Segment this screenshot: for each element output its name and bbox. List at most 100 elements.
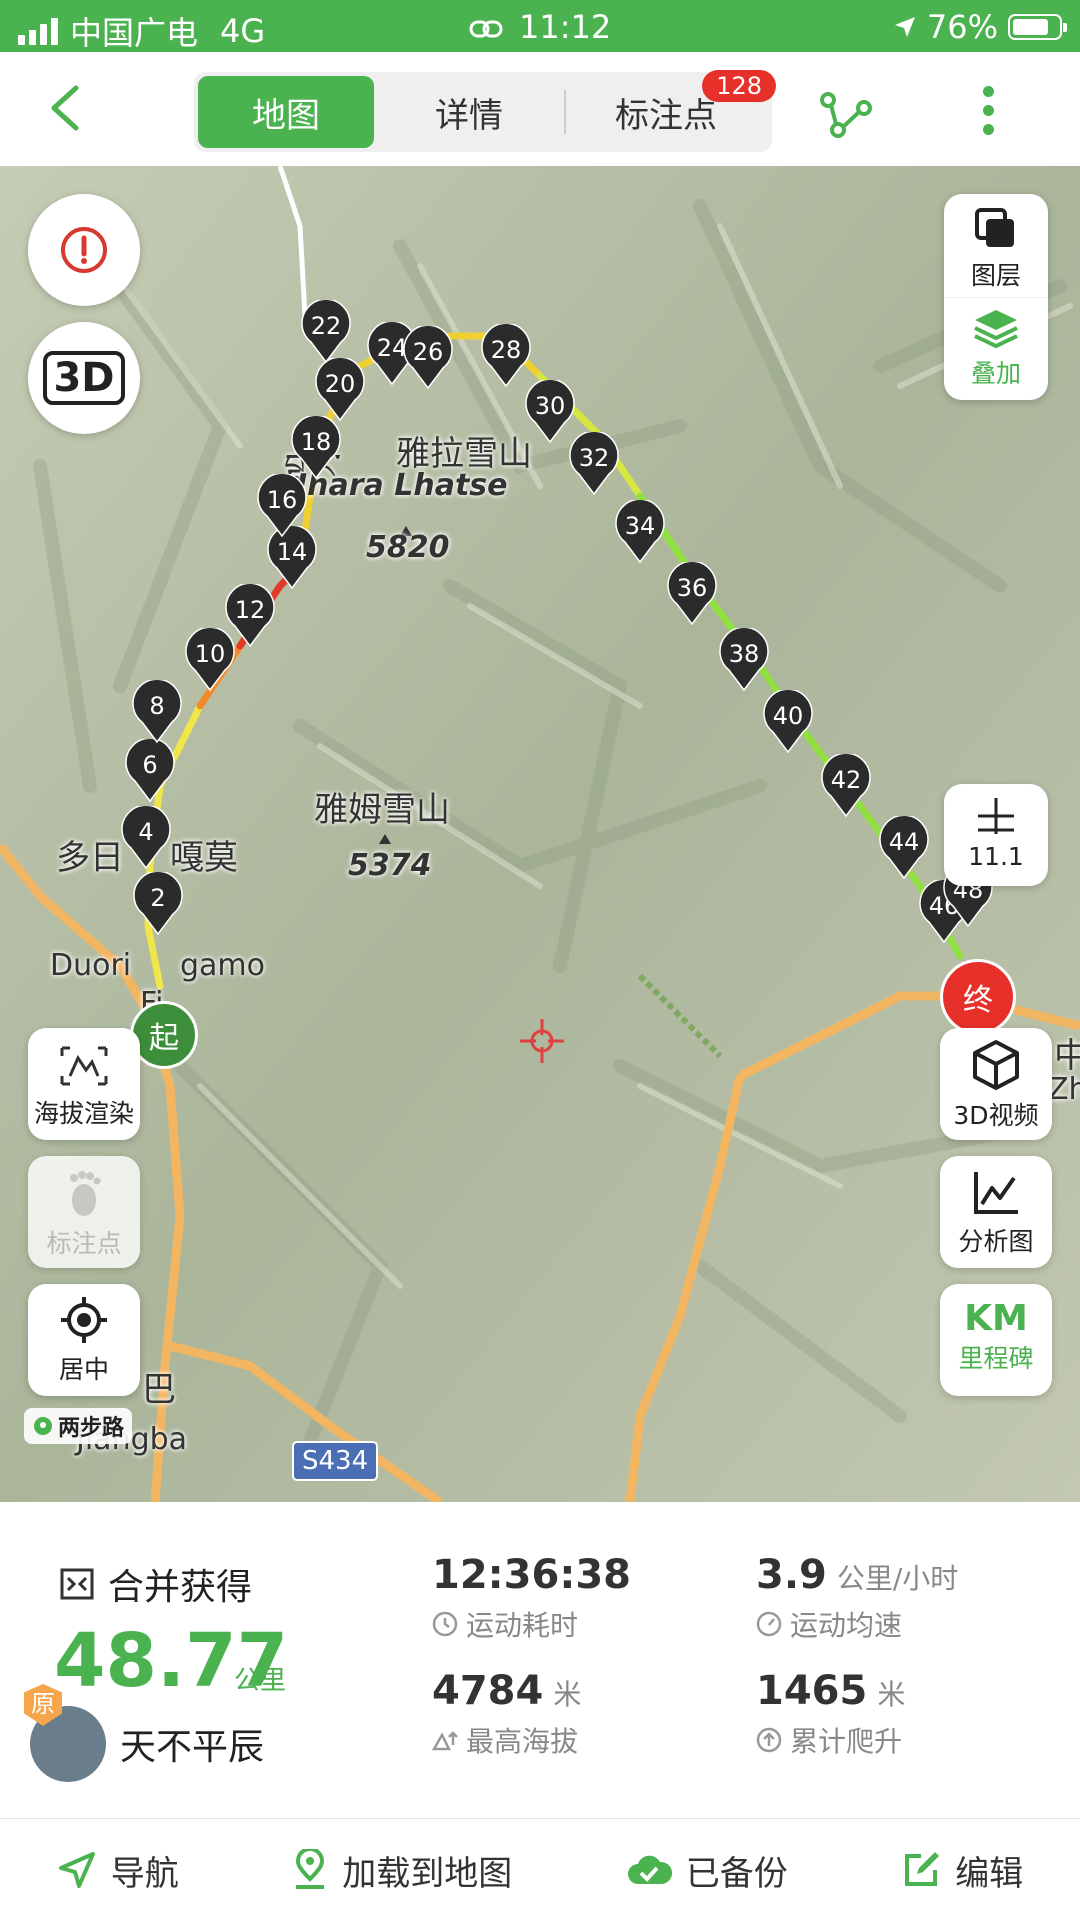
merge-icon (60, 1568, 94, 1600)
distance-unit: 公里 (234, 1666, 287, 1696)
backup-button[interactable]: 已备份 (626, 1846, 788, 1895)
waypoint-label: 28 (490, 336, 522, 364)
peak2-cn-label: 雅姆雪山 (314, 790, 450, 830)
waypoint-label: 18 (300, 428, 332, 456)
load-to-map-button[interactable]: 加载到地图 (292, 1846, 512, 1895)
waypoint-label: 2 (150, 884, 166, 912)
tab-map[interactable]: 地图 (198, 76, 374, 148)
action-bar: 导航 加载到地图 已备份 编辑 (0, 1818, 1080, 1921)
waypoint-pin[interactable]: 2 (133, 870, 183, 936)
tab-markers-label: 标注点 (615, 95, 717, 136)
back-arrow-icon[interactable] (40, 80, 96, 136)
layers-icon (975, 208, 1014, 247)
tab-details[interactable]: 详情 (374, 76, 564, 148)
battery-icon (1008, 14, 1067, 40)
waypoint-pin[interactable]: 30 (525, 378, 575, 444)
elevation-icon (60, 1046, 108, 1086)
climb-label: 累计爬升 (790, 1725, 903, 1758)
3d-toggle-button[interactable]: 3D (28, 322, 140, 434)
waypoint-label: 38 (728, 640, 760, 668)
waypoint-pin[interactable]: 12 (225, 582, 275, 648)
waypoint-pin[interactable]: 6 (125, 737, 175, 803)
speed-unit: 公里/小时 (836, 1562, 959, 1595)
waypoint-pin[interactable]: 36 (667, 560, 717, 626)
end-marker[interactable]: 终 (940, 959, 1016, 1035)
logo-pin-icon (34, 1417, 52, 1435)
town1-en-label: Duori (50, 948, 132, 983)
waypoint-pin[interactable]: 18 (291, 414, 341, 480)
marker-toggle-button[interactable]: 标注点 (28, 1156, 140, 1268)
clock: 11:12 (518, 8, 612, 46)
elevation-render-button[interactable]: 海拔渲染 (28, 1028, 140, 1140)
waypoint-label: 30 (534, 392, 566, 420)
navigation-arrow-icon (58, 1852, 95, 1888)
navigate-button[interactable]: 导航 (57, 1846, 179, 1895)
logo-text: 两步路 (58, 1416, 125, 1441)
share-branch-icon[interactable] (816, 82, 876, 142)
waypoint-pin[interactable]: 4 (121, 804, 171, 870)
username: 天不平辰 (120, 1727, 265, 1768)
waypoint-pin[interactable]: 16 (257, 472, 307, 538)
map-view[interactable]: བྷ་ར་ 雅拉雪山 Jhara Lhatse 5820 雅姆雪山 5374 多… (0, 166, 1080, 1502)
waypoint-pin[interactable]: 44 (879, 814, 929, 880)
analysis-button[interactable]: 分析图 (940, 1156, 1052, 1268)
status-bar: 中国广电 4G 11:12 76% (0, 0, 1080, 52)
plus-icon (978, 798, 1014, 834)
center-label: 居中 (58, 1355, 109, 1384)
waypoint-label: 22 (310, 312, 342, 340)
speedometer-icon (756, 1611, 782, 1637)
speed-value: 3.9 (756, 1552, 827, 1598)
waypoint-pin[interactable]: 34 (615, 498, 665, 564)
author[interactable]: 原 天不平辰 (24, 1684, 265, 1782)
max-altitude-unit: 米 (553, 1678, 582, 1711)
duration-label: 运动耗时 (466, 1609, 579, 1642)
zoom-button[interactable]: 11.1 (944, 784, 1048, 886)
navigate-label: 导航 (110, 1853, 179, 1894)
center-button[interactable]: 居中 (28, 1284, 140, 1396)
avatar: 原 (24, 1684, 106, 1782)
duration-stat: 12:36:38 运动耗时 (432, 1552, 631, 1644)
waypoint-pin[interactable]: 42 (821, 752, 871, 818)
max-altitude-value: 4784 (432, 1668, 544, 1714)
waypoint-pin[interactable]: 32 (569, 430, 619, 496)
waypoint-label: 44 (888, 828, 920, 856)
waypoint-pin[interactable]: 28 (481, 322, 531, 388)
load-to-map-label: 加载到地图 (342, 1853, 513, 1894)
map-pin-icon (296, 1849, 325, 1889)
waypoint-label: 42 (830, 766, 862, 794)
waypoint-pin[interactable]: 38 (719, 626, 769, 692)
waypoint-pin[interactable]: 40 (763, 688, 813, 754)
backup-label: 已备份 (685, 1853, 788, 1894)
merge-info: 合并获得 (60, 1558, 252, 1610)
climb-value: 1465 (756, 1668, 868, 1714)
waypoint-label: 8 (149, 692, 165, 720)
peak2-altitude: 5374 (348, 848, 432, 883)
layers-button[interactable]: 图层 (944, 194, 1048, 298)
zoom-level: 11.1 (968, 842, 1024, 871)
waypoint-label: 34 (624, 512, 656, 540)
waypoint-label: 6 (142, 751, 158, 779)
location-arrow-icon (894, 17, 915, 37)
more-menu-icon[interactable] (976, 80, 1000, 144)
original-badge: 原 (24, 1684, 62, 1726)
warning-circle-icon (61, 227, 107, 273)
3d-video-button[interactable]: 3D视频 (940, 1028, 1052, 1140)
layer-panel: 图层 叠加 (944, 194, 1048, 400)
overlay-stack-icon (974, 310, 1018, 349)
alert-button[interactable] (28, 194, 140, 306)
peak1-altitude: 5820 (366, 530, 450, 565)
edit-button[interactable]: 编辑 (901, 1846, 1023, 1895)
cube-icon (973, 1040, 1019, 1090)
waypoint-label: 12 (234, 596, 266, 624)
edge-cn-label: 中 (1054, 1036, 1080, 1076)
start-marker[interactable]: 起 (130, 1001, 198, 1069)
waypoint-pin[interactable]: 26 (403, 324, 453, 390)
marker-toggle-label: 标注点 (46, 1229, 122, 1258)
waypoint-pin[interactable]: 20 (315, 356, 365, 422)
waypoint-pin[interactable]: 22 (301, 298, 351, 364)
waypoint-pin[interactable]: 8 (132, 678, 182, 744)
milestone-button[interactable]: KM 里程碑 (940, 1284, 1052, 1396)
speed-label: 运动均速 (790, 1609, 903, 1642)
tab-markers[interactable]: 标注点 128 (566, 70, 776, 148)
overlay-button[interactable]: 叠加 (944, 298, 1048, 401)
